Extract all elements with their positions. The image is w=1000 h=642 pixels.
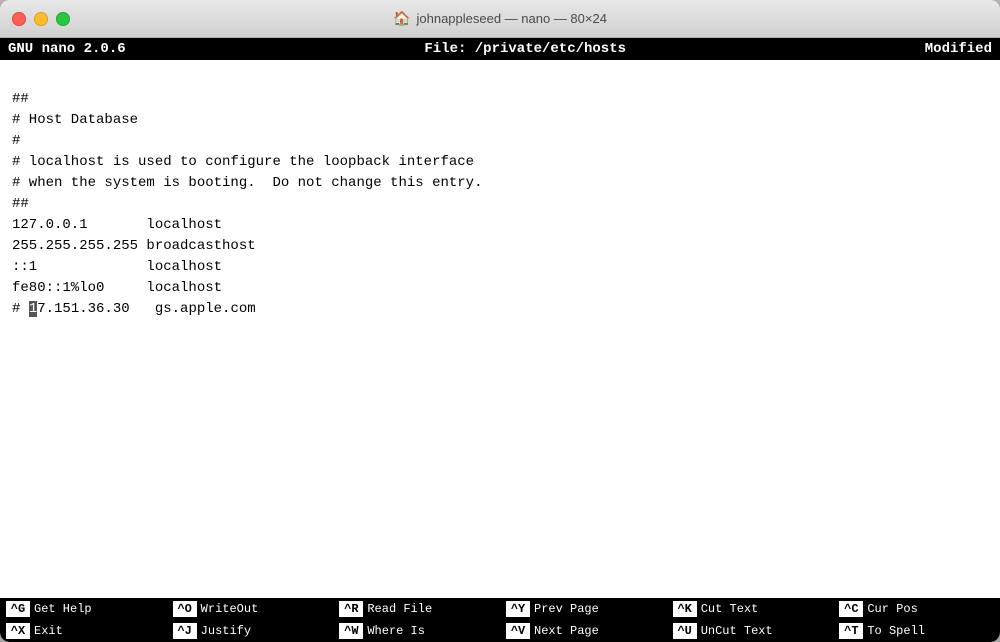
cmd-col-7: ^X Exit (0, 620, 167, 642)
label-writeout: WriteOut (201, 602, 259, 616)
editor-line (12, 404, 988, 425)
key-ctrl-c: ^C (839, 601, 863, 617)
nano-editor[interactable]: GNU nano 2.0.6 File: /private/etc/hosts … (0, 38, 1000, 642)
cmd-writeout[interactable]: ^O WriteOut (167, 598, 334, 620)
label-get-help: Get Help (34, 602, 92, 616)
key-ctrl-v: ^V (506, 623, 530, 639)
key-ctrl-o: ^O (173, 601, 197, 617)
cmd-cur-pos[interactable]: ^C Cur Pos (833, 598, 1000, 620)
editor-line (12, 362, 988, 383)
cmd-col-1: ^G Get Help (0, 598, 167, 620)
key-ctrl-k: ^K (673, 601, 697, 617)
editor-line (12, 467, 988, 488)
cmd-cut-text[interactable]: ^K Cut Text (667, 598, 834, 620)
cmd-col-10: ^V Next Page (500, 620, 667, 642)
key-ctrl-x: ^X (6, 623, 30, 639)
key-ctrl-t: ^T (839, 623, 863, 639)
label-cut-text: Cut Text (701, 602, 759, 616)
cmd-next-page[interactable]: ^V Next Page (500, 620, 667, 642)
key-ctrl-w: ^W (339, 623, 363, 639)
label-where-is: Where Is (367, 624, 425, 638)
editor-line: # 17.151.36.30 gs.apple.com (12, 299, 988, 320)
nano-command-bar: ^G Get Help ^O WriteOut ^R Read Fi (0, 598, 1000, 642)
cmd-col-4: ^Y Prev Page (500, 598, 667, 620)
nano-modified: Modified (925, 41, 992, 57)
label-prev-page: Prev Page (534, 602, 599, 616)
key-ctrl-y: ^Y (506, 601, 530, 617)
editor-line: ## (12, 194, 988, 215)
nano-header-bar: GNU nano 2.0.6 File: /private/etc/hosts … (0, 38, 1000, 60)
window-title: 🏠 johnappleseed — nano — 80×24 (393, 10, 607, 27)
nano-filename: File: /private/etc/hosts (424, 41, 626, 57)
cmd-col-11: ^U UnCut Text (667, 620, 834, 642)
cursor: 1 (29, 301, 37, 317)
cmd-where-is[interactable]: ^W Where Is (333, 620, 500, 642)
label-to-spell: To Spell (867, 624, 925, 638)
editor-line (12, 383, 988, 404)
editor-line: # (12, 131, 988, 152)
editor-line (12, 320, 988, 341)
label-cur-pos: Cur Pos (867, 602, 917, 616)
cmd-col-9: ^W Where Is (333, 620, 500, 642)
editor-content-area[interactable]: ## # Host Database # # localhost is used… (0, 60, 1000, 598)
cmd-exit[interactable]: ^X Exit (0, 620, 167, 642)
house-icon: 🏠 (393, 10, 410, 27)
label-next-page: Next Page (534, 624, 599, 638)
editor-line (12, 425, 988, 446)
cmd-prev-page[interactable]: ^Y Prev Page (500, 598, 667, 620)
cmd-read-file[interactable]: ^R Read File (333, 598, 500, 620)
key-ctrl-r: ^R (339, 601, 363, 617)
editor-line: # when the system is booting. Do not cha… (12, 173, 988, 194)
nano-version: GNU nano 2.0.6 (8, 41, 126, 57)
editor-line (12, 341, 988, 362)
cmd-col-2: ^O WriteOut (167, 598, 334, 620)
editor-line: ## (12, 89, 988, 110)
cmd-col-6: ^C Cur Pos (833, 598, 1000, 620)
editor-line (12, 68, 988, 89)
maximize-button[interactable] (56, 12, 70, 26)
label-uncut-text: UnCut Text (701, 624, 773, 638)
editor-line: # Host Database (12, 110, 988, 131)
key-ctrl-g: ^G (6, 601, 30, 617)
cmd-to-spell[interactable]: ^T To Spell (833, 620, 1000, 642)
cmd-uncut-text[interactable]: ^U UnCut Text (667, 620, 834, 642)
editor-line: 255.255.255.255 broadcasthost (12, 236, 988, 257)
key-ctrl-u: ^U (673, 623, 697, 639)
editor-line: 127.0.0.1 localhost (12, 215, 988, 236)
editor-line: fe80::1%lo0 localhost (12, 278, 988, 299)
editor-line: ::1 localhost (12, 257, 988, 278)
title-text: johnappleseed — nano — 80×24 (416, 11, 606, 26)
cmd-justify[interactable]: ^J Justify (167, 620, 334, 642)
label-exit: Exit (34, 624, 63, 638)
minimize-button[interactable] (34, 12, 48, 26)
label-justify: Justify (201, 624, 251, 638)
label-read-file: Read File (367, 602, 432, 616)
close-button[interactable] (12, 12, 26, 26)
editor-line: # localhost is used to configure the loo… (12, 152, 988, 173)
terminal-window: 🏠 johnappleseed — nano — 80×24 GNU nano … (0, 0, 1000, 642)
cmd-col-5: ^K Cut Text (667, 598, 834, 620)
title-bar: 🏠 johnappleseed — nano — 80×24 (0, 0, 1000, 38)
editor-line (12, 446, 988, 467)
key-ctrl-j: ^J (173, 623, 197, 639)
traffic-lights (12, 12, 70, 26)
cmd-col-12: ^T To Spell (833, 620, 1000, 642)
cmd-get-help[interactable]: ^G Get Help (0, 598, 167, 620)
cmd-col-8: ^J Justify (167, 620, 334, 642)
cmd-col-3: ^R Read File (333, 598, 500, 620)
